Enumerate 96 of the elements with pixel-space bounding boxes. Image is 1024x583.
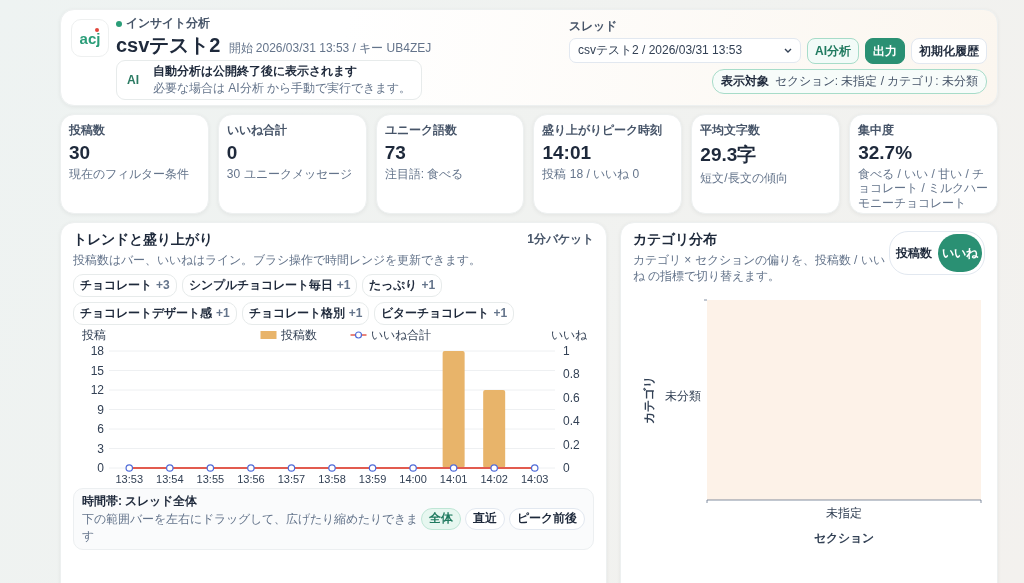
kpi-value: 14:01	[542, 142, 593, 164]
tick-label: 13:54	[156, 472, 184, 485]
status-dot-icon	[116, 20, 122, 27]
keyword-tag[interactable]: チョコレートデザート感 +1	[73, 301, 237, 325]
tick-label: 13:58	[318, 472, 346, 485]
bucket-label: 1分バケット	[527, 231, 594, 248]
kpi-value: 73	[384, 142, 407, 164]
kpi-value: 32.7%	[858, 142, 914, 164]
data-point	[490, 463, 498, 472]
data-point	[328, 463, 336, 472]
tick-label: 13:57	[277, 472, 306, 485]
range-title: 時間帯: スレッド全体	[82, 492, 199, 510]
tick-label: 13:56	[237, 472, 265, 485]
tick-label: 14:00	[399, 472, 427, 485]
range-hint: 下の範囲バーを左右にドラッグして、広げたり縮めたりできます	[82, 510, 419, 545]
page-title: csvテスト2	[116, 33, 221, 58]
kpi-label: 平均文字数	[700, 122, 762, 139]
scope-chip: 表示対象 セクション: 未指定 / カテゴリ: 未分類	[711, 69, 987, 94]
keyword-tag[interactable]: チョコレート格別 +1	[241, 301, 370, 325]
tick-label: 6	[97, 421, 104, 436]
kpi-value: 29.3字	[700, 143, 758, 167]
kpi-note: 食べる / いい / 甘い / チョコレート / ミルクハーモニーチョコレート	[858, 167, 989, 211]
kpi-label: 投稿数	[69, 122, 106, 139]
data-point	[125, 463, 134, 472]
axis-title: カテゴリ	[642, 376, 656, 425]
tick-label: 1	[563, 343, 570, 358]
row-label: 未分類	[665, 389, 701, 404]
tick-label: 14:02	[480, 472, 508, 485]
tick-label: 13:53	[115, 472, 144, 485]
tick-label: 12	[90, 382, 104, 397]
panel-subtitle: カテゴリ × セクションの偏りを、投稿数 / いいね の指標で切り替えます。	[633, 253, 886, 285]
metric-option[interactable]: いいね	[938, 234, 982, 272]
tick-label: 0.8	[563, 367, 580, 381]
data-point	[368, 463, 377, 472]
kpi-label: 集中度	[858, 122, 896, 139]
data-point	[166, 463, 174, 472]
meta-text: 開始 2026/03/31 13:53 / キー UB4ZEJ	[228, 40, 432, 57]
kpi-note: 現在のフィルター条件	[69, 167, 190, 182]
panel-title: トレンドと盛り上がり	[73, 231, 213, 249]
keyword-tag[interactable]: チョコレート +3	[73, 273, 177, 297]
data-point	[206, 463, 215, 472]
tick-label: 0	[563, 460, 570, 475]
tick-label: 0.2	[563, 437, 580, 452]
ai-label: AI	[127, 73, 140, 87]
kpi-value: 0	[226, 142, 239, 164]
tick-label: 9	[97, 402, 104, 417]
legend-label: 投稿数	[280, 327, 317, 342]
tick-label: 15	[90, 363, 104, 378]
metric-option[interactable]: 投稿数	[892, 234, 936, 272]
column-label: 未指定	[826, 506, 862, 521]
axis-title: 投稿	[82, 327, 106, 342]
kpi-note: 短文/長文の傾向	[700, 171, 789, 186]
range-option[interactable]: 全体	[421, 507, 461, 530]
kpi-label: ユニーク語数	[384, 122, 458, 139]
tick-label: 13:59	[358, 472, 387, 485]
logo: acj	[71, 19, 109, 57]
data-point	[530, 463, 539, 472]
axis-title: いいね	[551, 327, 587, 342]
thread-select[interactable]: csvテスト2 / 2026/03/31 13:53	[569, 38, 801, 63]
tick-label: 13:55	[196, 472, 225, 485]
data-point	[247, 463, 255, 472]
tick-label: 0.4	[563, 413, 580, 428]
notice-text: 必要な場合は AI分析 から手動で実行できます。	[153, 80, 411, 97]
kpi-value: 30	[69, 142, 92, 164]
action-button[interactable]: 初期化履歴	[911, 38, 987, 64]
tick-label: 0.6	[563, 390, 580, 405]
kpi-note: 投稿 18 / いいね 0	[542, 167, 641, 182]
data-point	[287, 463, 296, 472]
tick-label: 14:03	[520, 472, 549, 485]
legend-line-icon	[349, 331, 368, 339]
field-label: スレッド	[569, 18, 618, 35]
tick-label: 3	[97, 441, 104, 456]
kpi-note: 30 ユニークメッセージ	[226, 167, 353, 182]
action-button[interactable]: 出力	[865, 38, 905, 64]
tick-label: 18	[90, 343, 104, 358]
tick-label: 14:01	[439, 472, 468, 485]
legend-label: いいね合計	[370, 327, 431, 342]
action-button[interactable]: AI分析	[807, 38, 859, 64]
chevron-icon	[784, 48, 792, 53]
panel-subtitle: 投稿数はバー、いいねはライン。ブラシ操作で時間レンジを更新できます。	[73, 253, 482, 269]
axis-title: セクション	[814, 531, 874, 546]
data-point	[409, 463, 417, 472]
range-option[interactable]: 直近	[465, 507, 505, 530]
notice-title: 自動分析は公開終了後に表示されます	[153, 63, 358, 80]
range-option[interactable]: ピーク前後	[509, 507, 585, 530]
kpi-label: 盛り上がりピーク時刻	[542, 122, 664, 139]
legend-swatch-icon	[260, 330, 277, 339]
section-label: インサイト分析	[126, 15, 210, 32]
kpi-note: 注目語: 食べる	[384, 167, 465, 182]
tick-label: 0	[97, 460, 104, 475]
keyword-tag[interactable]: たっぷり +1	[362, 273, 443, 297]
kpi-label: いいね合計	[226, 122, 288, 139]
data-point	[449, 463, 458, 472]
panel-title: カテゴリ分布	[633, 231, 718, 249]
keyword-tag[interactable]: シンプルチョコレート毎日 +1	[181, 273, 358, 297]
keyword-tag[interactable]: ビターチョコレート +1	[374, 301, 515, 325]
